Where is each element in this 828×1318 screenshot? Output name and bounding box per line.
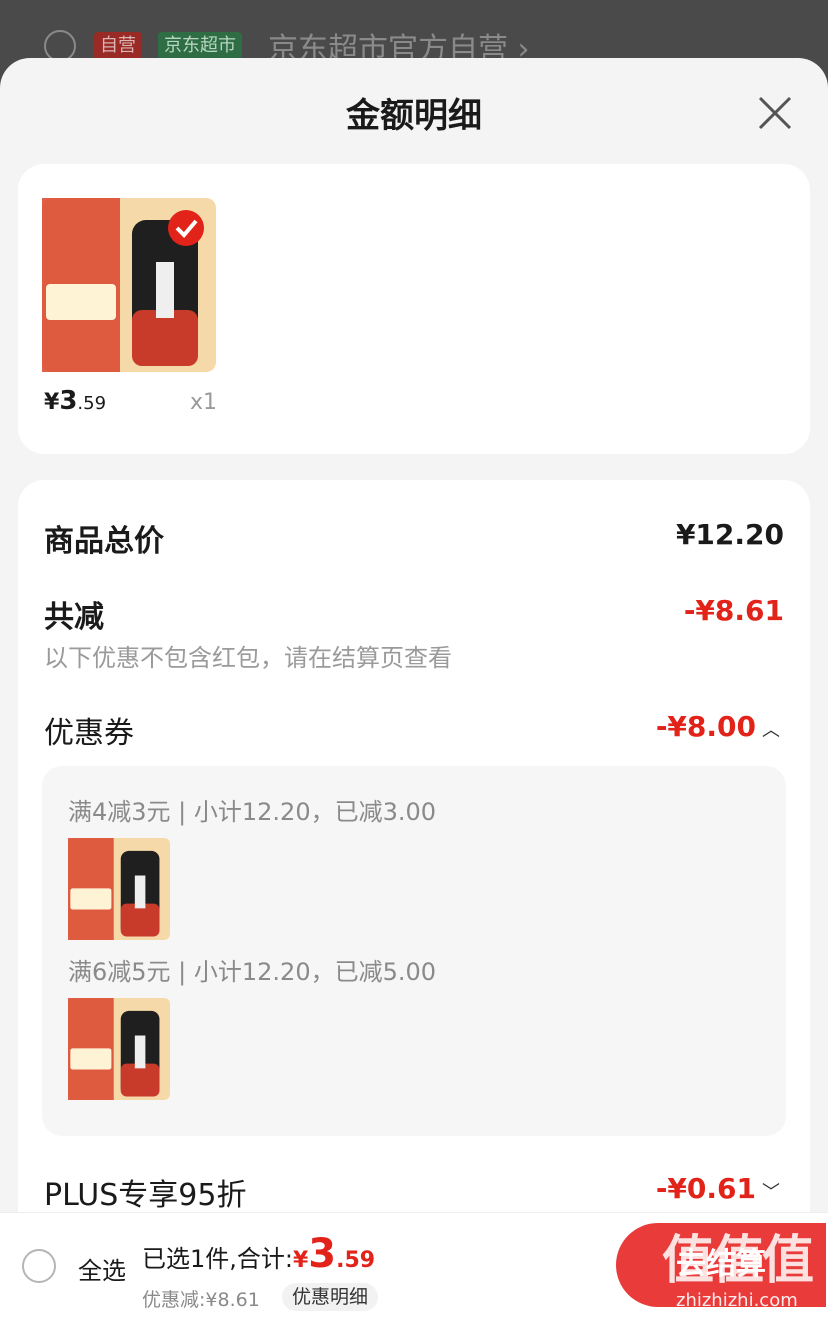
coupon-product-image-1 [68,838,170,940]
total-reduce-label: 共减 [44,600,104,635]
coupon-detail-box: 满4减3元 | 小计12.20，已减3.00 满6减5元 | 小计12.20，已… [42,766,786,1136]
coupon-label: 优惠券 [44,716,134,751]
selected-summary: 已选1件,合计:¥3.59 [142,1231,376,1277]
self-operated-tag: 自营 [94,32,142,60]
chevron-down-icon: ﹀ [762,1182,780,1203]
plus-discount-label: PLUS专享95折 [44,1178,247,1213]
close-icon[interactable] [756,94,794,132]
product-card: ¥3.59 x1 [18,164,810,454]
product-price: ¥3.59 [44,386,107,416]
coupon-rule-1: 满4减3元 | 小计12.20，已减3.00 [68,798,437,826]
select-all-label[interactable]: 全选 [78,1251,126,1286]
total-price-value: ¥12.20 [675,518,784,551]
supermarket-tag: 京东超市 [158,32,242,60]
coupon-rule-2: 满6减5元 | 小计12.20，已减5.00 [68,958,437,986]
price-summary-card: 商品总价 ¥12.20 共减 -¥8.61 以下优惠不包含红包，请在结算页查看 … [18,480,810,1260]
watermark-url: zhizhizhi.com [676,1290,798,1311]
discount-total: 优惠减:¥8.61 [142,1289,260,1311]
discount-note: 以下优惠不包含红包，请在结算页查看 [44,644,452,672]
coupon-value: -¥8.00 [655,710,756,743]
coupon-toggle[interactable]: -¥8.00 ︿ [656,710,780,743]
coupon-product-image-2 [68,998,170,1100]
total-price-label: 商品总价 [44,524,164,559]
amount-detail-sheet: 金额明细 ¥3.59 x1 商品总价 ¥12.20 共减 -¥8.61 以下优惠… [0,58,828,1318]
discount-detail-button[interactable]: 优惠明细 [282,1283,379,1311]
plus-discount-toggle[interactable]: -¥0.61 ﹀ [656,1172,780,1205]
product-image[interactable] [42,198,216,372]
total-reduce-value: -¥8.61 [683,594,784,627]
chevron-up-icon: ︿ [762,720,780,741]
sheet-title: 金额明细 [346,96,482,136]
product-quantity: x1 [190,390,218,415]
watermark-logo: 值值值 [662,1231,814,1291]
plus-discount-value: -¥0.61 [655,1172,756,1205]
select-all-radio[interactable] [22,1249,56,1283]
